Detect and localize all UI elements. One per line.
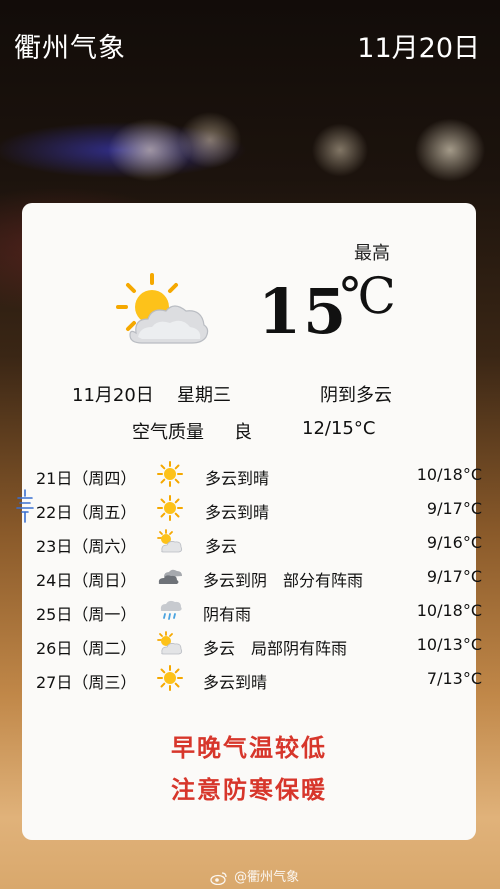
high-temp-label: 最高: [354, 243, 390, 264]
forecast-row: 23日（周六） 多云 9/16°C: [22, 529, 482, 559]
rain-icon: [160, 600, 182, 620]
today-temp-range: 12/15°C: [302, 418, 376, 439]
forecast-day: 23日（周六）: [36, 537, 137, 556]
forecast-row: 26日（周二） 多云 局部阴有阵雨 10/13°C: [22, 631, 482, 661]
today-date: 11月20日: [72, 385, 154, 406]
sun-icon: [157, 495, 183, 521]
cloudy-icon: [158, 569, 182, 584]
sun-icon: [157, 461, 183, 487]
forecast-temp: 10/18°C: [416, 465, 482, 484]
weather-card: 最高 15 ℃ 11月20日 星期三 阴到多云 空气质量 良 12/15°C 2…: [22, 203, 482, 840]
forecast-day: 26日（周二）: [36, 639, 137, 658]
forecast-temp: 7/13°C: [426, 669, 482, 688]
forecast-condition: 多云到晴: [205, 503, 270, 522]
forecast-day: 25日（周一）: [36, 605, 137, 624]
partly-cloudy-icon: [157, 529, 183, 553]
forecast-day: 21日（周四）: [36, 469, 137, 488]
forecast-temp: 9/17°C: [426, 499, 482, 518]
forecast-condition: 多云: [205, 537, 238, 556]
high-temp-value: 15: [258, 275, 349, 348]
watermark-text: @衢州气象: [234, 870, 300, 885]
forecast-day: 24日（周日）: [36, 571, 137, 590]
forecast-condition: 多云到阴 部分有阵雨: [203, 571, 364, 590]
forecast-day: 22日（周五）: [36, 503, 137, 522]
warning-line-1: 早晚气温较低: [171, 734, 327, 762]
watermark: @衢州气象: [210, 866, 299, 885]
forecast-temp: 10/18°C: [416, 601, 482, 620]
page-title: 衢州气象: [14, 33, 126, 64]
weibo-logo-icon: [210, 871, 227, 885]
forecast-temp: 9/17°C: [426, 567, 482, 586]
forecast-condition: 多云 局部阴有阵雨: [203, 639, 348, 658]
forecast-row: 22日（周五） 多云到晴 9/17°C: [22, 495, 482, 525]
forecast-row: 21日（周四） 多云到晴 10/18°C: [22, 461, 482, 491]
forecast-temp: 10/13°C: [416, 635, 482, 654]
temp-unit: ℃: [340, 267, 396, 325]
forecast-row: 27日（周三） 多云到晴 7/13°C: [22, 665, 482, 695]
aqi-value: 良: [234, 422, 252, 443]
partly-sunny-icon: [116, 273, 209, 344]
forecast-condition: 多云到晴: [205, 469, 270, 488]
sun-icon: [157, 665, 183, 691]
partly-cloudy-icon: [157, 631, 183, 655]
decorative-glyph-icon: [16, 489, 34, 523]
today-weekday: 星期三: [177, 385, 231, 406]
forecast-temp: 9/16°C: [426, 533, 482, 552]
forecast-row: 24日（周日） 多云到阴 部分有阵雨 9/17°C: [22, 563, 482, 593]
header-date: 11月20日: [357, 33, 480, 64]
forecast-condition: 多云到晴: [203, 673, 268, 692]
today-condition: 阴到多云: [320, 385, 392, 406]
forecast-condition: 阴有雨: [203, 605, 252, 624]
warning-line-2: 注意防寒保暖: [171, 776, 327, 804]
forecast-day: 27日（周三）: [36, 673, 137, 692]
aqi-label: 空气质量: [132, 422, 204, 443]
forecast-row: 25日（周一） 阴有雨 10/18°C: [22, 597, 482, 627]
